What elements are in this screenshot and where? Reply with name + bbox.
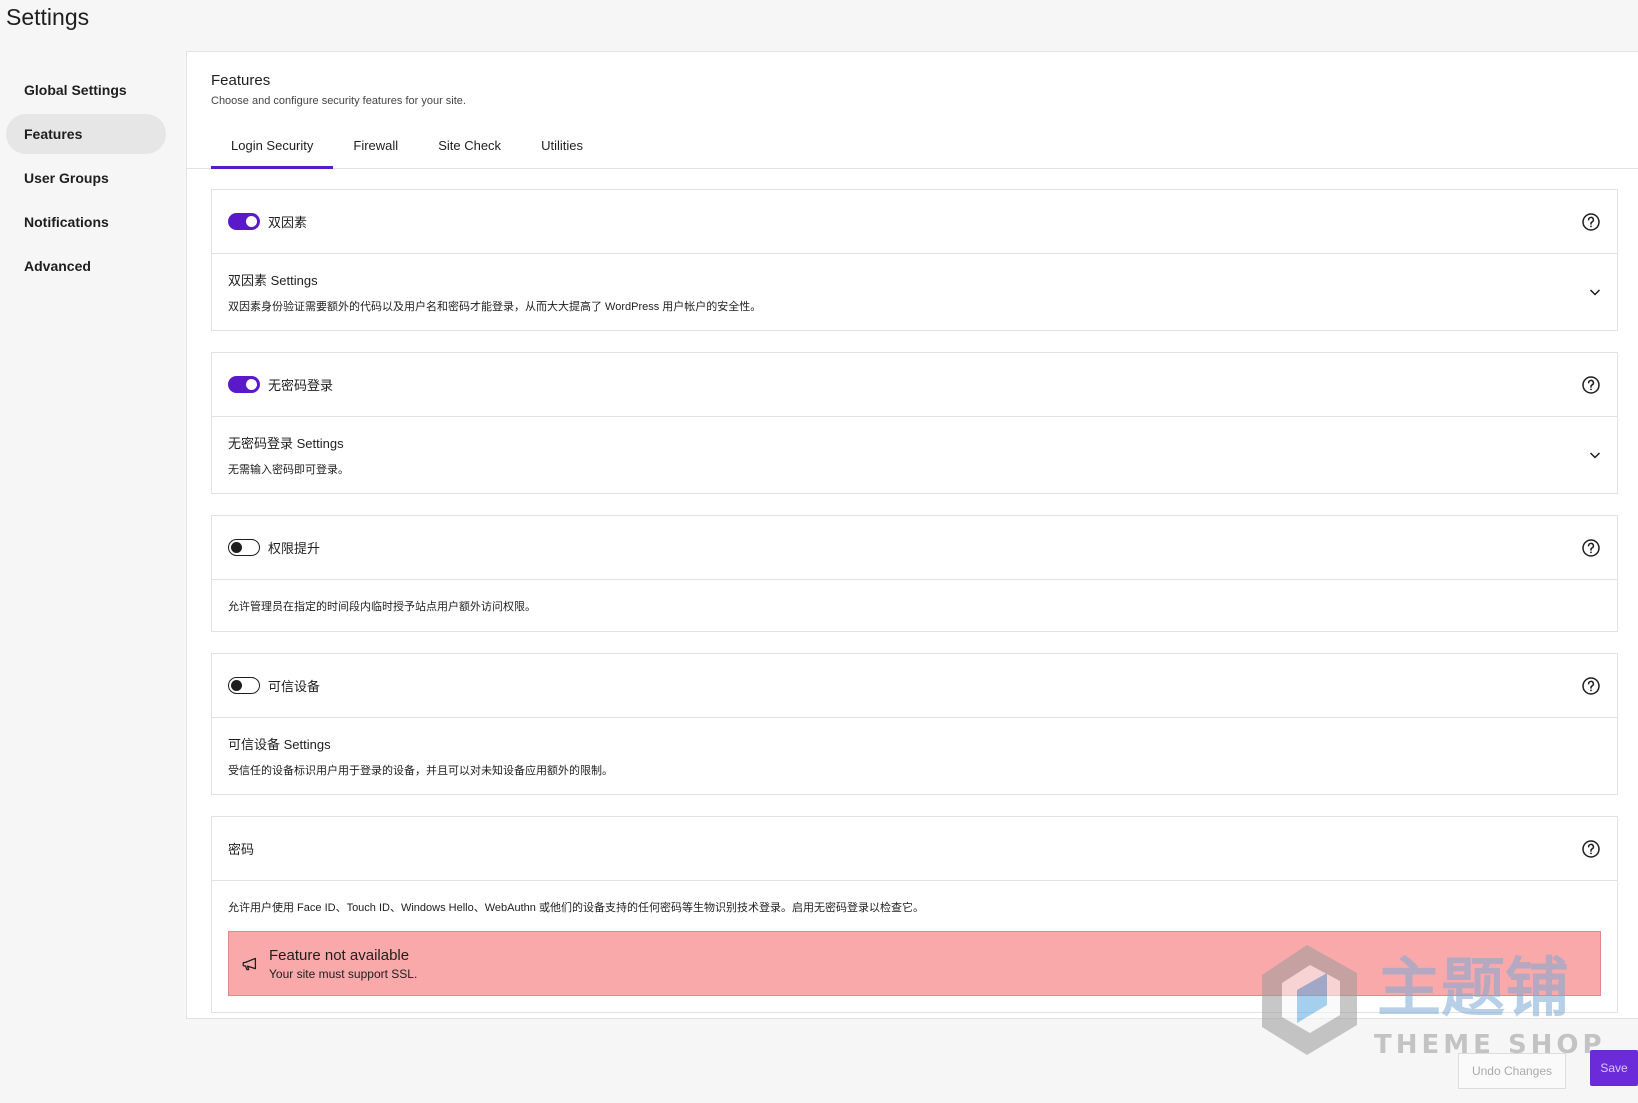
feature-description: 受信任的设备标识用户用于登录的设备，并且可以对未知设备应用额外的限制。 [228, 765, 613, 777]
settings-title: 双因素 Settings [228, 273, 318, 288]
two-factor-settings-toggle[interactable]: 双因素 Settings 双因素身份验证需要额外的代码以及用户名和密码才能登录，… [212, 254, 1617, 330]
trusted-devices-toggle[interactable] [228, 677, 260, 694]
tab-login-security[interactable]: Login Security [211, 125, 334, 169]
notice-content: Feature not available Your site must sup… [269, 947, 417, 981]
feature-card-passwordless: 无密码登录 无密码登录 Settings 无需输入密码即可登录。 [211, 352, 1618, 494]
help-icon[interactable] [1581, 538, 1601, 558]
feature-description: 无需输入密码即可登录。 [228, 464, 349, 476]
tab-bar: Login Security Firewall Site Check Utili… [187, 125, 1638, 169]
main-header: Features Choose and configure security f… [187, 52, 1638, 169]
feature-label: 权限提升 [268, 541, 321, 556]
feature-description: 双因素身份验证需要额外的代码以及用户名和密码才能登录，从而大大提高了 WordP… [228, 301, 762, 313]
feature-description: 允许用户使用 Face ID、Touch ID、Windows Hello、We… [228, 902, 924, 914]
card-header: 双因素 [212, 190, 1617, 254]
feature-card-trusted-devices: 可信设备 可信设备 Settings 受信任的设备标识用户用于登录的设备，并且可… [211, 653, 1618, 795]
feature-label: 可信设备 [268, 679, 321, 694]
toggle-knob [246, 379, 257, 390]
notice-text: Your site must support SSL. [269, 966, 418, 981]
chevron-down-icon [1589, 452, 1601, 459]
sidebar-item-global-settings[interactable]: Global Settings [6, 70, 166, 110]
card-body: 允许管理员在指定的时间段内临时授予站点用户额外访问权限。 [212, 580, 1617, 631]
help-icon[interactable] [1581, 212, 1601, 232]
feature-unavailable-notice: Feature not available Your site must sup… [228, 931, 1601, 996]
main-panel: Features Choose and configure security f… [186, 51, 1638, 1019]
section-title: Features [211, 72, 271, 89]
tab-firewall[interactable]: Firewall [333, 125, 418, 169]
card-body: 可信设备 Settings 受信任的设备标识用户用于登录的设备，并且可以对未知设… [212, 718, 1617, 794]
help-icon[interactable] [1581, 676, 1601, 696]
feature-card-two-factor: 双因素 双因素 Settings 双因素身份验证需要额外的代码以及用户名和密码才… [211, 189, 1618, 331]
notice-title: Feature not available [269, 946, 410, 964]
settings-title: 无密码登录 Settings [228, 436, 344, 451]
section-description: Choose and configure security features f… [211, 95, 466, 107]
help-icon[interactable] [1581, 375, 1601, 395]
passwordless-settings-toggle[interactable]: 无密码登录 Settings 无需输入密码即可登录。 [212, 417, 1617, 493]
tab-site-check[interactable]: Site Check [418, 125, 521, 169]
page-title: Settings [6, 4, 90, 30]
feature-label: 密码 [228, 842, 255, 857]
toggle-knob [231, 679, 242, 691]
sidebar-item-notifications[interactable]: Notifications [6, 202, 166, 242]
sidebar-item-advanced[interactable]: Advanced [6, 246, 166, 286]
card-header: 可信设备 [212, 654, 1617, 718]
save-button[interactable]: Save [1590, 1050, 1638, 1086]
feature-label: 双因素 [268, 215, 308, 230]
undo-changes-button[interactable]: Undo Changes [1458, 1053, 1566, 1089]
settings-title: 可信设备 Settings [228, 737, 331, 752]
passwordless-toggle[interactable] [228, 376, 260, 393]
card-header: 密码 [212, 817, 1617, 881]
feature-card-privilege-escalation: 权限提升 允许管理员在指定的时间段内临时授予站点用户额外访问权限。 [211, 515, 1618, 632]
feature-card-passkeys: 密码 允许用户使用 Face ID、Touch ID、Windows Hello… [211, 816, 1618, 1013]
two-factor-toggle[interactable] [228, 213, 260, 230]
card-header: 权限提升 [212, 516, 1617, 580]
privilege-escalation-toggle[interactable] [228, 539, 260, 556]
footer-actions: Undo Changes Save [1458, 1050, 1638, 1089]
toggle-knob [231, 541, 242, 553]
megaphone-icon [242, 957, 257, 970]
feature-label: 无密码登录 [268, 378, 334, 393]
sidebar-item-user-groups[interactable]: User Groups [6, 158, 166, 198]
help-icon[interactable] [1581, 839, 1601, 859]
sidebar-item-features[interactable]: Features [6, 114, 166, 154]
tab-utilities[interactable]: Utilities [521, 125, 603, 169]
chevron-down-icon [1589, 289, 1601, 296]
card-body: 允许用户使用 Face ID、Touch ID、Windows Hello、We… [212, 881, 1617, 1012]
toggle-knob [246, 216, 257, 227]
feature-cards: 双因素 双因素 Settings 双因素身份验证需要额外的代码以及用户名和密码才… [187, 169, 1638, 1013]
sidebar: Global Settings Features User Groups Not… [6, 70, 166, 290]
card-header: 无密码登录 [212, 353, 1617, 417]
feature-description: 允许管理员在指定的时间段内临时授予站点用户额外访问权限。 [228, 601, 536, 613]
